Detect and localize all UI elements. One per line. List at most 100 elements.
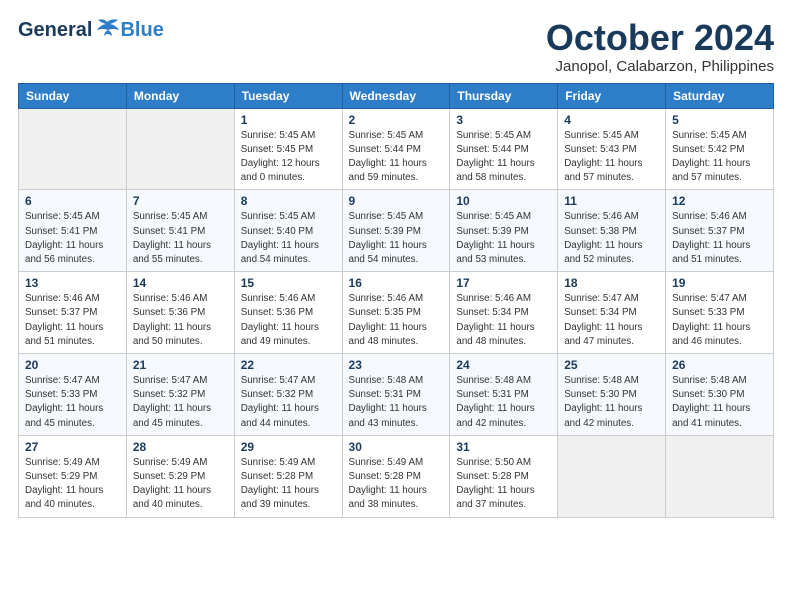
day-number: 25	[564, 358, 659, 372]
day-cell: 19 Sunrise: 5:47 AMSunset: 5:33 PMDayligh…	[666, 272, 774, 354]
day-info: Sunrise: 5:46 AMSunset: 5:34 PMDaylight:…	[456, 292, 551, 349]
day-number: 21	[133, 358, 228, 372]
day-cell: 18Sunrise: 5:47 AMSunset: 5:34 PMDayligh…	[558, 272, 666, 354]
column-header-thursday: Thursday	[450, 83, 558, 108]
day-number: 1	[241, 113, 336, 127]
day-cell: 1Sunrise: 5:45 AMSunset: 5:45 PMDaylight…	[234, 108, 342, 190]
day-cell: 13 Sunrise: 5:46 AMSunset: 5:37 PMDayligh…	[19, 272, 127, 354]
day-number: 11	[564, 194, 659, 208]
day-cell: 22 Sunrise: 5:47 AMSunset: 5:32 PMDayligh…	[234, 354, 342, 436]
day-info: Sunrise: 5:49 AMSunset: 5:28 PMDaylight:…	[241, 456, 336, 513]
column-header-tuesday: Tuesday	[234, 83, 342, 108]
month-title: October 2024	[546, 18, 774, 58]
day-cell: 16 Sunrise: 5:46 AMSunset: 5:35 PMDayligh…	[342, 272, 450, 354]
day-number: 8	[241, 194, 336, 208]
day-number: 18	[564, 276, 659, 290]
day-cell: 25Sunrise: 5:48 AMSunset: 5:30 PMDayligh…	[558, 354, 666, 436]
day-info: Sunrise: 5:47 AMSunset: 5:33 PMDaylight:…	[25, 374, 120, 431]
day-info: Sunrise: 5:46 AMSunset: 5:35 PMDaylight:…	[349, 292, 444, 349]
day-info: Sunrise: 5:46 AMSunset: 5:37 PMDaylight:…	[25, 292, 120, 349]
day-info: Sunrise: 5:48 AMSunset: 5:31 PMDaylight:…	[456, 374, 551, 431]
day-cell: 31 Sunrise: 5:50 AMSunset: 5:28 PMDayligh…	[450, 435, 558, 517]
day-cell: 15 Sunrise: 5:46 AMSunset: 5:36 PMDayligh…	[234, 272, 342, 354]
week-row: 6 Sunrise: 5:45 AMSunset: 5:41 PMDaylight…	[19, 190, 774, 272]
day-info: Sunrise: 5:47 AMSunset: 5:33 PMDaylight:…	[672, 292, 767, 349]
day-cell: 17 Sunrise: 5:46 AMSunset: 5:34 PMDayligh…	[450, 272, 558, 354]
day-info: Sunrise: 5:46 AMSunset: 5:36 PMDaylight:…	[241, 292, 336, 349]
week-row: 27 Sunrise: 5:49 AMSunset: 5:29 PMDayligh…	[19, 435, 774, 517]
day-info: Sunrise: 5:48 AMSunset: 5:30 PMDaylight:…	[672, 374, 767, 431]
week-row: 20 Sunrise: 5:47 AMSunset: 5:33 PMDayligh…	[19, 354, 774, 436]
location-title: Janopol, Calabarzon, Philippines	[546, 58, 774, 75]
day-number: 2	[349, 113, 444, 127]
day-cell: 3Sunrise: 5:45 AMSunset: 5:44 PMDaylight…	[450, 108, 558, 190]
day-info: Sunrise: 5:46 AMSunset: 5:38 PMDaylight:…	[564, 210, 659, 267]
day-number: 30	[349, 440, 444, 454]
day-info: Sunrise: 5:50 AMSunset: 5:28 PMDaylight:…	[456, 456, 551, 513]
day-info: Sunrise: 5:45 AMSunset: 5:42 PMDaylight:…	[672, 129, 767, 186]
day-cell: 24 Sunrise: 5:48 AMSunset: 5:31 PMDayligh…	[450, 354, 558, 436]
column-header-sunday: Sunday	[19, 83, 127, 108]
day-number: 24	[456, 358, 551, 372]
day-number: 14	[133, 276, 228, 290]
header: General Blue October 2024 Janopol, Calab…	[18, 18, 774, 75]
column-header-monday: Monday	[126, 83, 234, 108]
day-cell: 12Sunrise: 5:46 AMSunset: 5:37 PMDayligh…	[666, 190, 774, 272]
page: General Blue October 2024 Janopol, Calab…	[0, 0, 792, 612]
day-cell: 21 Sunrise: 5:47 AMSunset: 5:32 PMDayligh…	[126, 354, 234, 436]
day-cell: 4 Sunrise: 5:45 AMSunset: 5:43 PMDaylight…	[558, 108, 666, 190]
day-info: Sunrise: 5:45 AMSunset: 5:43 PMDaylight:…	[564, 129, 659, 186]
column-header-saturday: Saturday	[666, 83, 774, 108]
day-number: 4	[564, 113, 659, 127]
day-info: Sunrise: 5:45 AMSunset: 5:40 PMDaylight:…	[241, 210, 336, 267]
title-block: October 2024 Janopol, Calabarzon, Philip…	[546, 18, 774, 75]
day-number: 15	[241, 276, 336, 290]
day-cell: 28Sunrise: 5:49 AMSunset: 5:29 PMDayligh…	[126, 435, 234, 517]
day-number: 7	[133, 194, 228, 208]
day-cell: 6Sunrise: 5:45 AMSunset: 5:41 PMDaylight…	[19, 190, 127, 272]
day-number: 16	[349, 276, 444, 290]
logo: General Blue	[18, 18, 164, 43]
day-info: Sunrise: 5:49 AMSunset: 5:29 PMDaylight:…	[25, 456, 120, 513]
day-number: 13	[25, 276, 120, 290]
day-cell: 23 Sunrise: 5:48 AMSunset: 5:31 PMDayligh…	[342, 354, 450, 436]
day-cell: 30Sunrise: 5:49 AMSunset: 5:28 PMDayligh…	[342, 435, 450, 517]
day-number: 10	[456, 194, 551, 208]
day-cell	[126, 108, 234, 190]
day-cell	[19, 108, 127, 190]
logo-blue: Blue	[120, 19, 163, 42]
day-info: Sunrise: 5:45 AMSunset: 5:41 PMDaylight:…	[133, 210, 228, 267]
day-number: 29	[241, 440, 336, 454]
day-number: 19	[672, 276, 767, 290]
day-cell: 14 Sunrise: 5:46 AMSunset: 5:36 PMDayligh…	[126, 272, 234, 354]
day-cell: 9Sunrise: 5:45 AMSunset: 5:39 PMDaylight…	[342, 190, 450, 272]
logo-general: General	[18, 19, 92, 42]
day-cell: 11 Sunrise: 5:46 AMSunset: 5:38 PMDayligh…	[558, 190, 666, 272]
day-cell	[558, 435, 666, 517]
day-cell: 8 Sunrise: 5:45 AMSunset: 5:40 PMDaylight…	[234, 190, 342, 272]
day-cell: 27 Sunrise: 5:49 AMSunset: 5:29 PMDayligh…	[19, 435, 127, 517]
day-info: Sunrise: 5:47 AMSunset: 5:32 PMDaylight:…	[133, 374, 228, 431]
day-cell: 26 Sunrise: 5:48 AMSunset: 5:30 PMDayligh…	[666, 354, 774, 436]
day-cell: 2 Sunrise: 5:45 AMSunset: 5:44 PMDaylight…	[342, 108, 450, 190]
day-info: Sunrise: 5:45 AMSunset: 5:44 PMDaylight:…	[349, 129, 444, 186]
day-cell: 5Sunrise: 5:45 AMSunset: 5:42 PMDaylight…	[666, 108, 774, 190]
header-row: SundayMondayTuesdayWednesdayThursdayFrid…	[19, 83, 774, 108]
day-number: 27	[25, 440, 120, 454]
day-info: Sunrise: 5:46 AMSunset: 5:36 PMDaylight:…	[133, 292, 228, 349]
day-number: 23	[349, 358, 444, 372]
day-info: Sunrise: 5:48 AMSunset: 5:31 PMDaylight:…	[349, 374, 444, 431]
day-number: 6	[25, 194, 120, 208]
day-number: 20	[25, 358, 120, 372]
day-info: Sunrise: 5:47 AMSunset: 5:32 PMDaylight:…	[241, 374, 336, 431]
column-header-wednesday: Wednesday	[342, 83, 450, 108]
week-row: 13 Sunrise: 5:46 AMSunset: 5:37 PMDayligh…	[19, 272, 774, 354]
day-number: 26	[672, 358, 767, 372]
day-number: 22	[241, 358, 336, 372]
day-number: 12	[672, 194, 767, 208]
day-cell: 10Sunrise: 5:45 AMSunset: 5:39 PMDayligh…	[450, 190, 558, 272]
day-number: 3	[456, 113, 551, 127]
calendar-table: SundayMondayTuesdayWednesdayThursdayFrid…	[18, 83, 774, 518]
day-number: 17	[456, 276, 551, 290]
day-number: 31	[456, 440, 551, 454]
